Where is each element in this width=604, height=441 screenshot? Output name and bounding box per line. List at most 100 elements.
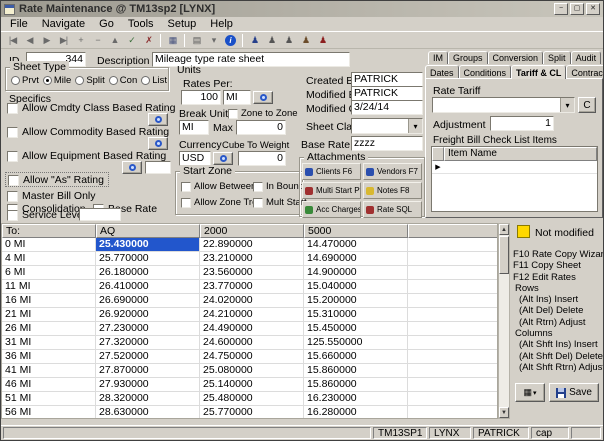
attachment-button-multi-start-pts[interactable]: Multi Start Pts: [302, 182, 361, 199]
first-record-button[interactable]: |◀: [4, 33, 21, 48]
chevron-down-icon[interactable]: ▾: [408, 119, 422, 133]
checklist-column-header[interactable]: Item Name: [444, 147, 597, 161]
checkbox-icon[interactable]: [181, 198, 191, 208]
cancel-edit-button[interactable]: ✗: [140, 33, 157, 48]
rate-grid-cell[interactable]: 11 MI: [2, 280, 96, 294]
rate-grid-cell[interactable]: 25.140000: [200, 378, 304, 392]
power-units-button[interactable]: ♟: [297, 33, 314, 48]
prior-record-button[interactable]: ◀: [21, 33, 38, 48]
allow-zone-tree-checkbox[interactable]: Allow Zone Tree: [181, 197, 263, 208]
checkbox-icon[interactable]: [181, 182, 191, 192]
rate-grid-cell[interactable]: 25.770000: [200, 406, 304, 419]
delete-record-button[interactable]: −: [89, 33, 106, 48]
rate-grid-cell[interactable]: 15.040000: [304, 280, 408, 294]
allow-equipment-checkbox[interactable]: Allow Equipment Based Rating: [7, 150, 166, 162]
rate-grid-cell[interactable]: 56 MI: [2, 406, 96, 419]
checkbox-icon[interactable]: [253, 182, 263, 192]
max-field[interactable]: 0: [236, 120, 286, 135]
attachment-button-clients-f6[interactable]: Clients F6: [302, 163, 361, 180]
rate-grid-cell[interactable]: 26.180000: [96, 266, 200, 280]
rate-grid-cell[interactable]: 15.310000: [304, 308, 408, 322]
menu-item-file[interactable]: File: [3, 17, 35, 31]
master-bill-only-checkbox[interactable]: Master Bill Only: [7, 190, 96, 202]
in-bound-checkbox[interactable]: In Bound: [253, 181, 304, 192]
checklist-row[interactable]: ▶: [432, 161, 597, 174]
rate-grid-cell[interactable]: 15.450000: [304, 322, 408, 336]
service-level-checkbox[interactable]: Service Level: [7, 209, 85, 221]
radio-icon[interactable]: [43, 76, 52, 85]
sheet-type-option-prvt[interactable]: Prvt: [11, 75, 39, 86]
rate-grid-cell[interactable]: 14.900000: [304, 266, 408, 280]
rate-grid-cell[interactable]: 26 MI: [2, 322, 96, 336]
rate-grid-cell[interactable]: 36 MI: [2, 350, 96, 364]
tab-dates[interactable]: Dates: [425, 65, 459, 79]
rate-grid-row[interactable]: 21 MI26.92000024.21000015.310000: [2, 308, 497, 322]
rate-grid-cell[interactable]: 26.410000: [96, 280, 200, 294]
rates-per-unit-field[interactable]: MI: [223, 90, 251, 105]
equipment-field[interactable]: [145, 161, 171, 174]
rate-grid-cell[interactable]: 24.600000: [200, 336, 304, 350]
maximize-button[interactable]: ▢: [570, 3, 584, 15]
checkbox-icon[interactable]: [7, 151, 18, 162]
rate-grid-cell[interactable]: 15.860000: [304, 364, 408, 378]
checkbox-icon[interactable]: [253, 198, 263, 208]
rate-grid-cell[interactable]: 27.930000: [96, 378, 200, 392]
rate-grid-header-cell[interactable]: To:: [2, 224, 96, 238]
zone-to-zone-checkbox[interactable]: Zone to Zone: [228, 108, 298, 119]
rate-grid-cell[interactable]: 28.320000: [96, 392, 200, 406]
break-units-field[interactable]: MI: [179, 120, 209, 135]
insert-record-button[interactable]: +: [72, 33, 89, 48]
rates-per-field[interactable]: 100: [181, 90, 221, 105]
attachment-button-acc-charges[interactable]: Acc Charges: [302, 201, 361, 218]
rate-grid-row[interactable]: 16 MI26.69000024.02000015.200000: [2, 294, 497, 308]
menu-item-go[interactable]: Go: [92, 17, 121, 31]
sheet-class-combobox[interactable]: ▾: [351, 118, 423, 134]
drivers-button[interactable]: ♟: [280, 33, 297, 48]
radio-icon[interactable]: [109, 76, 118, 85]
checkbox-icon[interactable]: [8, 175, 19, 186]
radio-icon[interactable]: [75, 76, 84, 85]
checkbox-icon[interactable]: [7, 127, 18, 138]
attachment-button-rate-sql[interactable]: Rate SQL: [363, 201, 422, 218]
rate-grid-cell[interactable]: 16 MI: [2, 294, 96, 308]
rate-grid-row[interactable]: 6 MI26.18000023.56000014.900000: [2, 266, 497, 280]
rate-grid-row[interactable]: 0 MI25.43000022.89000014.470000: [2, 238, 497, 252]
rate-grid-row[interactable]: 4 MI25.77000023.21000014.690000: [2, 252, 497, 266]
minimize-button[interactable]: −: [554, 3, 568, 15]
menu-item-setup[interactable]: Setup: [161, 17, 204, 31]
rate-grid-cell[interactable]: 125.550000: [304, 336, 408, 350]
rate-grid-cell[interactable]: 21 MI: [2, 308, 96, 322]
scroll-up-icon[interactable]: ▲: [499, 224, 509, 235]
tab-conditions[interactable]: Conditions: [459, 65, 512, 79]
rate-grid-cell[interactable]: 28.630000: [96, 406, 200, 419]
currency-field[interactable]: USD: [179, 151, 211, 166]
sheet-type-option-split[interactable]: Split: [75, 75, 104, 86]
print-button[interactable]: ▤: [188, 33, 205, 48]
print-dropdown-button[interactable]: ▾: [205, 33, 222, 48]
rate-grid-scrollbar[interactable]: ▲ ▼: [498, 223, 510, 419]
commodity-lookup-button[interactable]: [148, 137, 168, 150]
scroll-down-icon[interactable]: ▼: [499, 407, 509, 418]
rate-grid-cell[interactable]: 15.660000: [304, 350, 408, 364]
menu-item-tools[interactable]: Tools: [121, 17, 161, 31]
rate-grid-cell[interactable]: 16.280000: [304, 406, 408, 419]
freight-bill-checklist-grid[interactable]: Item Name ▶: [431, 146, 598, 212]
rate-grid-cell[interactable]: 0 MI: [2, 238, 96, 252]
rates-per-unit-lookup-button[interactable]: [253, 91, 273, 104]
rate-grid-cell[interactable]: 27.520000: [96, 350, 200, 364]
adjustment-field[interactable]: 1: [490, 116, 554, 131]
post-edit-button[interactable]: ✓: [123, 33, 140, 48]
checkbox-icon[interactable]: [7, 191, 18, 202]
equipment-lookup-button[interactable]: [122, 161, 142, 174]
rate-grid-cell[interactable]: 51 MI: [2, 392, 96, 406]
rate-tariff-combobox[interactable]: ▾: [432, 97, 575, 113]
rate-grid-cell[interactable]: 24.750000: [200, 350, 304, 364]
scrollbar-thumb[interactable]: [499, 236, 509, 274]
rate-grid-cell[interactable]: 14.470000: [304, 238, 408, 252]
attachment-button-vendors-f7[interactable]: Vendors F7: [363, 163, 422, 180]
rate-grid-cell[interactable]: 23.770000: [200, 280, 304, 294]
rate-grid-row[interactable]: 26 MI27.23000024.49000015.450000: [2, 322, 497, 336]
radio-icon[interactable]: [11, 76, 20, 85]
rate-grid-row[interactable]: 51 MI28.32000025.48000016.230000: [2, 392, 497, 406]
allow-between-checkbox[interactable]: Allow Between: [181, 181, 256, 192]
